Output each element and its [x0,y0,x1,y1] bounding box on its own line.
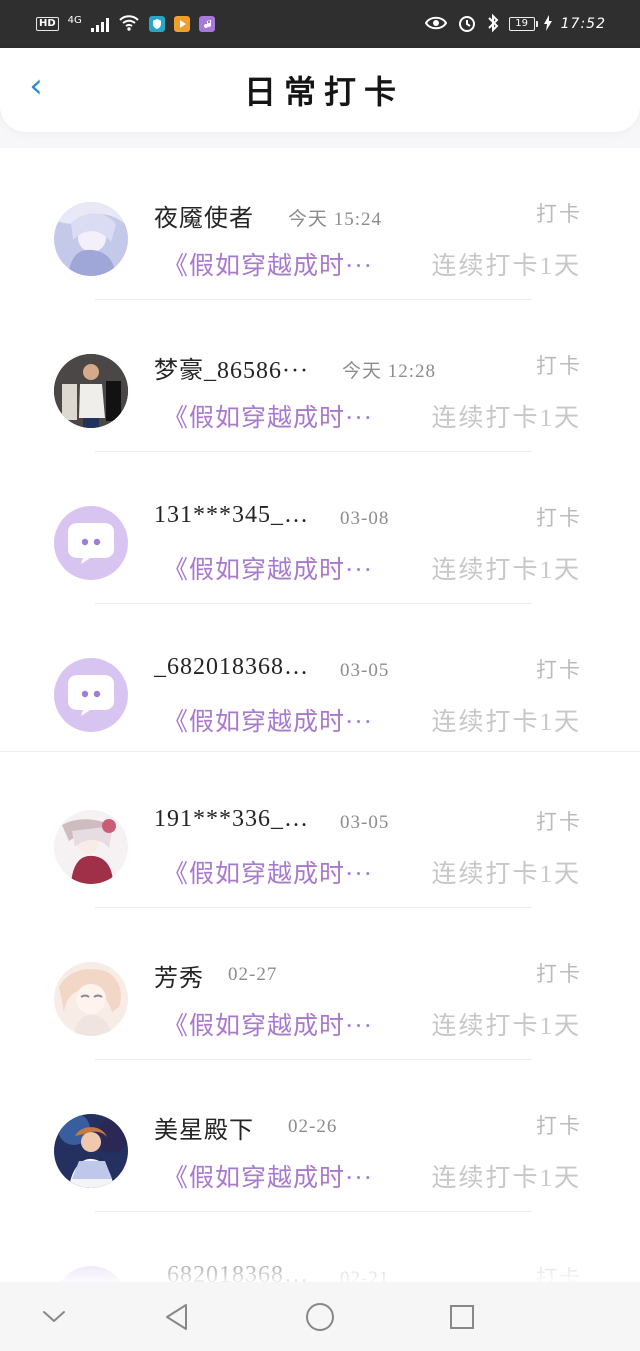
checkin-row[interactable]: 梦豪_86586··· 今天 12:28 打卡 《假如穿越成时··· 连续打卡1… [0,300,640,452]
book-title-link[interactable]: 《假如穿越成时··· [163,702,378,738]
checkin-label: 打卡 [536,962,582,986]
user-name: 美星殿下 [154,1118,254,1144]
checkin-row[interactable]: 芳秀 02-27 打卡 《假如穿越成时··· 连续打卡1天 [0,908,640,1060]
nav-recent-apps-button[interactable] [412,1282,512,1351]
back-arrow-icon: ‹ [29,66,43,106]
circle-home-icon [306,1302,334,1331]
book-title-link[interactable]: 《假如穿越成时··· [163,1006,378,1042]
streak-text: 连续打卡1天 [431,861,581,888]
status-bar: HD 4G 19 17:52 [0,0,640,48]
avatar [54,202,128,276]
book-title-link[interactable]: 《假如穿越成时··· [163,550,378,586]
book-title-link[interactable]: 《假如穿越成时··· [163,398,378,434]
network-type: 4G [67,14,82,26]
charging-icon [543,14,552,34]
checkin-row[interactable]: _68201836874··· 03-05 打卡 《假如穿越成时··· 连续打卡… [0,604,640,756]
checkin-time: 今天 12:28 [342,361,437,382]
page-header: ‹ 日常打卡 [0,48,640,132]
user-name: 131***345_81··· [154,502,314,528]
default-avatar [54,658,128,732]
book-title-link[interactable]: 《假如穿越成时··· [163,1158,378,1194]
chevron-down-icon [43,1310,65,1322]
nav-collapse-button[interactable] [4,1282,104,1351]
eye-icon [424,14,448,35]
checkin-label: 打卡 [536,202,582,226]
checkin-row[interactable]: 夜魇使者 今天 15:24 打卡 《假如穿越成时··· 连续打卡1天 [0,148,640,300]
checkin-label: 打卡 [536,658,582,682]
checkin-label: 打卡 [536,810,582,834]
checkin-list[interactable]: 夜魇使者 今天 15:24 打卡 《假如穿越成时··· 连续打卡1天 梦豪_86… [0,148,640,1282]
triangle-back-icon [166,1303,187,1330]
checkin-row[interactable]: 美星殿下 02-26 打卡 《假如穿越成时··· 连续打卡1天 [0,1060,640,1212]
user-name: 夜魇使者 [154,206,254,232]
user-name: 梦豪_86586··· [154,358,309,384]
wifi-icon [118,14,140,35]
streak-text: 连续打卡1天 [431,1165,581,1192]
avatar [54,810,128,884]
hd-badge: HD [36,17,59,31]
checkin-label: 打卡 [536,506,582,530]
streak-text: 连续打卡1天 [431,557,581,584]
book-title-link[interactable]: 《假如穿越成时··· [163,246,378,282]
square-recent-apps-icon [450,1304,474,1329]
status-time: 17:52 [560,16,606,32]
checkin-time: 03-05 [340,660,390,681]
user-name: 芳秀 [154,966,204,992]
nav-back-button[interactable] [127,1282,227,1351]
checkin-time: 02-27 [228,964,278,985]
checkin-time: 02-26 [288,1116,338,1137]
alarm-icon [457,13,477,36]
checkin-time: 今天 15:24 [288,209,383,230]
page-title: 日常打卡 [243,74,404,110]
checkin-row[interactable]: 191***336_75··· 03-05 打卡 《假如穿越成时··· 连续打卡… [0,756,640,908]
section-divider [0,751,640,752]
status-left: HD 4G [36,14,215,35]
avatar [54,354,128,428]
avatar [54,962,128,1036]
streak-text: 连续打卡1天 [431,1013,581,1040]
signal-strength-icon [90,16,109,32]
status-right: 19 17:52 [424,13,606,36]
streak-text: 连续打卡1天 [431,253,581,280]
avatar [54,1114,128,1188]
navigation-bar [0,1282,640,1351]
user-name: 191***336_75··· [154,806,314,832]
streak-text: 连续打卡1天 [431,405,581,432]
video-app-icon [173,16,190,32]
battery-icon: 19 [508,17,538,31]
checkin-row[interactable]: 131***345_81··· 03-08 打卡 《假如穿越成时··· 连续打卡… [0,452,640,604]
checkin-time: 03-05 [340,812,390,833]
checkin-label: 打卡 [536,1266,582,1282]
back-button[interactable]: ‹ [22,68,50,104]
checkin-row[interactable]: _68201836874··· 02-21 打卡 [0,1212,640,1282]
shield-app-icon [148,16,165,32]
checkin-label: 打卡 [536,354,582,378]
user-name: _68201836874··· [154,654,314,680]
bluetooth-icon [486,13,500,36]
music-app-icon [198,16,215,32]
streak-text: 连续打卡1天 [431,709,581,736]
default-avatar [54,1266,128,1282]
checkin-time: 02-21 [340,1268,390,1282]
book-title-link[interactable]: 《假如穿越成时··· [163,854,378,890]
checkin-time: 03-08 [340,508,390,529]
user-name: _68201836874··· [154,1262,314,1282]
default-avatar [54,506,128,580]
checkin-label: 打卡 [536,1114,582,1138]
nav-home-button[interactable] [270,1282,370,1351]
